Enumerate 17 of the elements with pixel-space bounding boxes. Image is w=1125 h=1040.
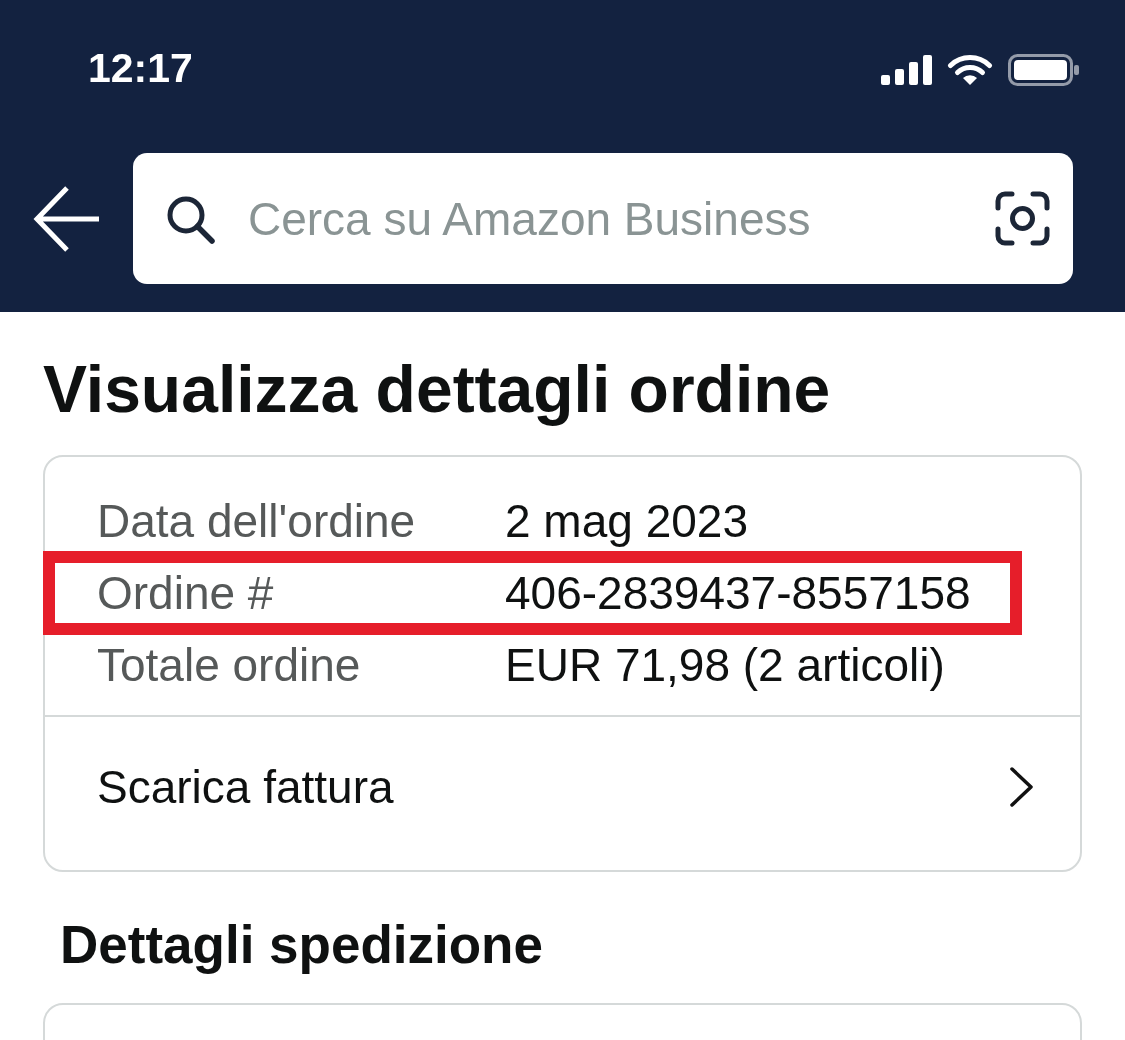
row-value: 406-2839437-8557158 bbox=[505, 566, 971, 621]
wifi-icon bbox=[947, 54, 993, 86]
section-heading: Dettagli spedizione bbox=[60, 914, 544, 976]
row-value: 2 mag 2023 bbox=[505, 494, 748, 549]
camera-scan-icon[interactable] bbox=[995, 191, 1050, 246]
search-input[interactable]: Cerca su Amazon Business bbox=[248, 190, 962, 247]
download-invoice-row[interactable]: Scarica fattura bbox=[45, 717, 1080, 870]
row-value: EUR 71,98 (2 articoli) bbox=[505, 638, 945, 693]
page-title: Visualizza dettagli ordine bbox=[43, 351, 832, 428]
signal-icon bbox=[881, 55, 932, 85]
row-label: Ordine # bbox=[97, 566, 274, 621]
search-bar[interactable]: Cerca su Amazon Business bbox=[133, 153, 1073, 284]
status-time: 12:17 bbox=[88, 44, 193, 92]
row-label: Data dell'ordine bbox=[97, 494, 416, 549]
chevron-right-icon bbox=[1009, 766, 1035, 808]
battery-icon bbox=[1008, 54, 1080, 86]
row-label: Totale ordine bbox=[97, 638, 361, 693]
